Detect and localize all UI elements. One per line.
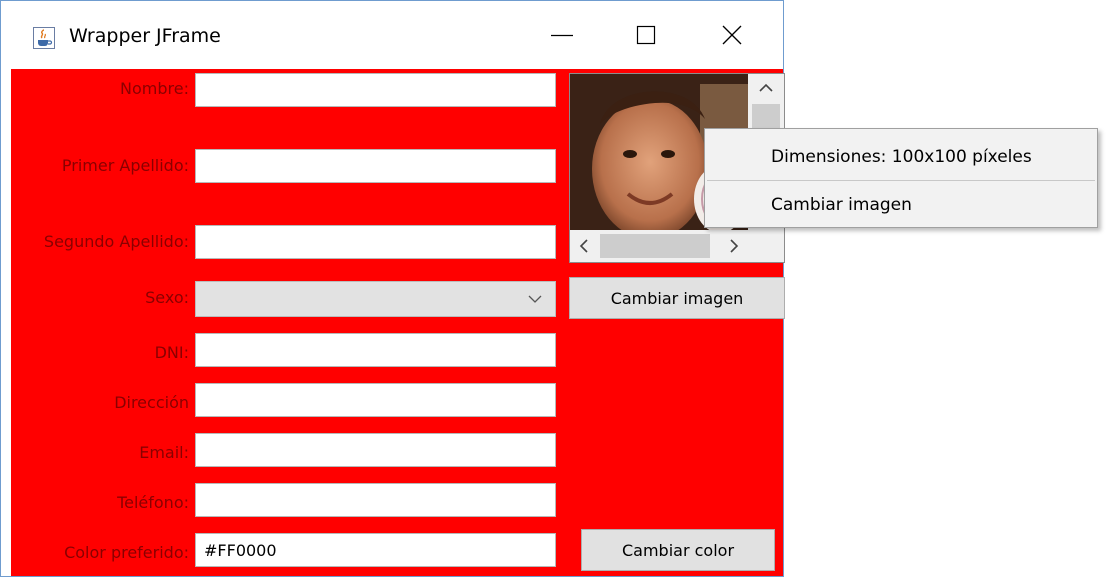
- sexo-label: Sexo:: [145, 288, 189, 307]
- direccion-label: Dirección: [114, 393, 189, 412]
- telefono-field[interactable]: [195, 483, 556, 517]
- java-cup-icon: [33, 27, 55, 49]
- close-icon: [722, 25, 742, 45]
- dni-label: DNI:: [154, 343, 189, 362]
- primer-apellido-field[interactable]: [195, 149, 556, 183]
- chevron-down-icon: [528, 295, 542, 303]
- image-context-menu: Dimensiones: 100x100 píxeles Cambiar ima…: [704, 128, 1098, 228]
- chevron-right-icon: [730, 239, 739, 253]
- minimize-button[interactable]: [523, 1, 603, 69]
- minimize-icon: [551, 34, 573, 37]
- app-window: Wrapper JFrame Nombre: Primer Apellido: …: [0, 0, 785, 577]
- form-panel: Nombre: Primer Apellido: Segundo Apellid…: [11, 69, 785, 576]
- title-bar[interactable]: Wrapper JFrame: [1, 1, 783, 69]
- maximize-icon: [636, 25, 656, 45]
- menu-item-cambiar-imagen[interactable]: Cambiar imagen: [705, 181, 1097, 229]
- scroll-corner: [748, 230, 784, 262]
- email-field[interactable]: [195, 433, 556, 467]
- horizontal-scrollbar[interactable]: [570, 230, 748, 262]
- menu-item-dimensiones[interactable]: Dimensiones: 100x100 píxeles: [705, 133, 1097, 181]
- nombre-label: Nombre:: [120, 79, 189, 98]
- chevron-left-icon: [579, 239, 588, 253]
- telefono-label: Teléfono:: [117, 493, 189, 512]
- cambiar-color-button[interactable]: Cambiar color: [581, 529, 775, 571]
- sexo-combobox[interactable]: [195, 281, 556, 317]
- color-preferido-field[interactable]: [195, 533, 556, 567]
- email-label: Email:: [139, 443, 189, 462]
- cambiar-imagen-button[interactable]: Cambiar imagen: [569, 277, 785, 319]
- direccion-field[interactable]: [195, 383, 556, 417]
- dni-field[interactable]: [195, 333, 556, 367]
- horizontal-scroll-thumb[interactable]: [600, 234, 710, 258]
- window-title: Wrapper JFrame: [69, 25, 221, 47]
- menu-item-cambiar-imagen-label: Cambiar imagen: [771, 195, 912, 215]
- chevron-up-icon: [759, 83, 773, 92]
- segundo-apellido-field[interactable]: [195, 225, 556, 259]
- color-preferido-label: Color preferido:: [64, 543, 189, 562]
- nombre-field[interactable]: [195, 73, 556, 107]
- menu-item-dimensiones-label: Dimensiones: 100x100 píxeles: [771, 147, 1032, 167]
- maximize-button[interactable]: [607, 1, 687, 69]
- close-button[interactable]: [693, 1, 773, 69]
- primer-apellido-label: Primer Apellido:: [61, 156, 189, 175]
- segundo-apellido-label: Segundo Apellido:: [43, 232, 189, 251]
